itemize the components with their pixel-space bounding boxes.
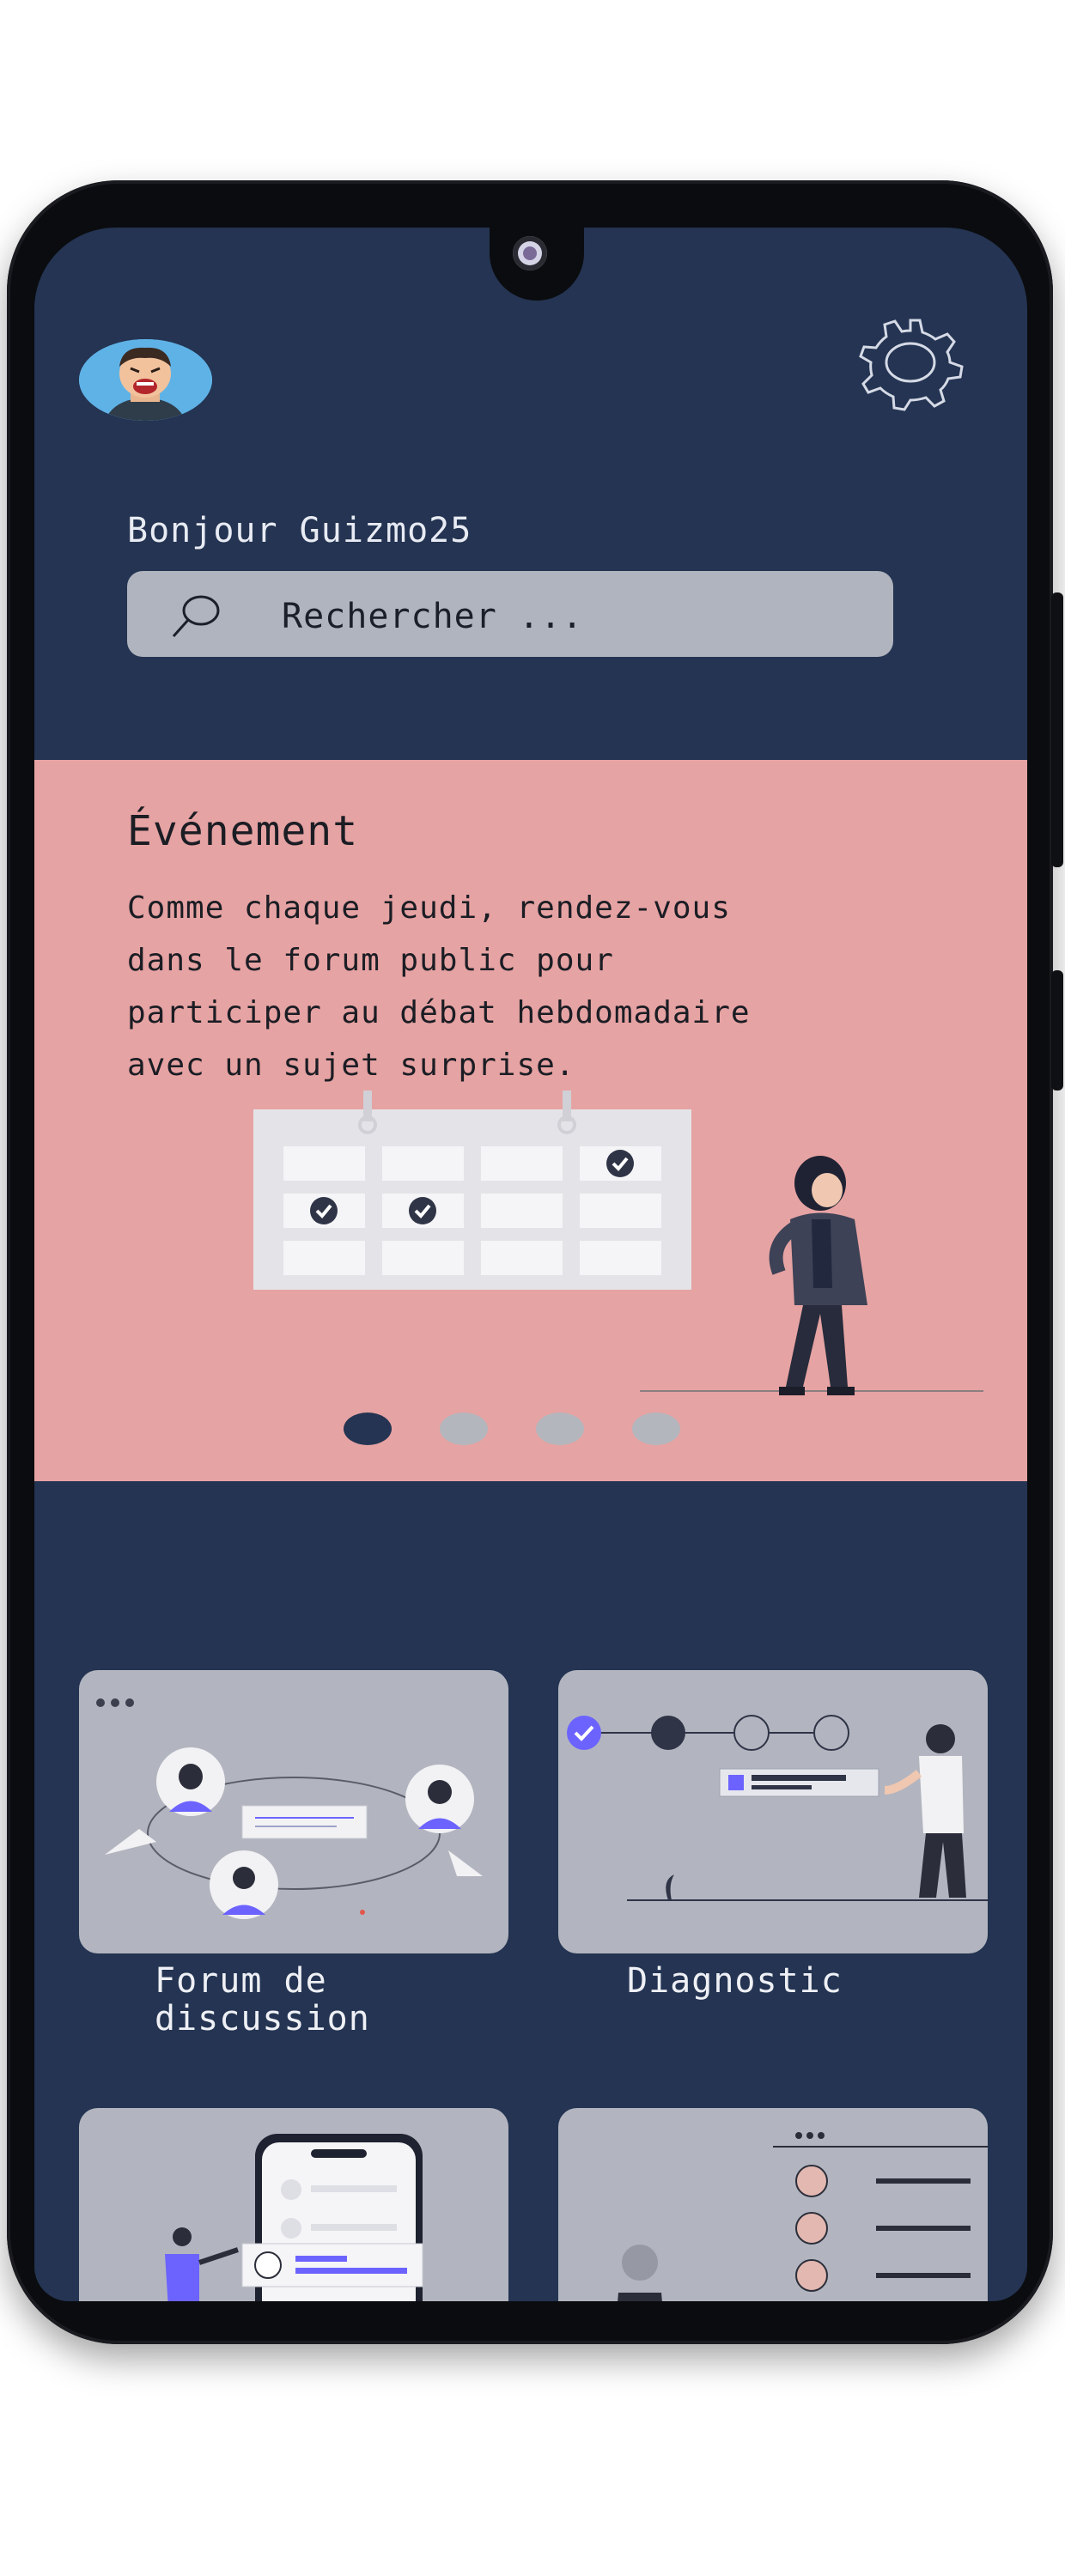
search-input[interactable]: Rechercher ... [282,597,583,636]
event-banner[interactable]: Événement Comme chaque jeudi, rendez-vou… [34,760,1027,1481]
camera-icon [513,236,547,270]
app-card[interactable] [79,2108,508,2301]
carousel-dot-4[interactable] [632,1413,680,1445]
carousel-dot-2[interactable] [440,1413,488,1445]
app-screen: Bonjour Guizmo25 Rechercher ... Événemen… [34,228,1027,2301]
carousel-dot-1[interactable] [344,1413,392,1445]
list-illustration [618,2132,988,2301]
forum-card[interactable] [79,1670,508,1953]
mobile-app-illustration [165,2134,423,2301]
event-description: Comme chaque jeudi, rendez-vous dans le … [127,890,751,1083]
carousel-indicator[interactable] [34,1413,1027,1447]
avatar-illustration [79,339,212,421]
diagnostic-card-label: Diagnostic [627,1961,843,2001]
volume-button [1051,970,1063,1091]
carousel-dot-3[interactable] [536,1413,584,1445]
diagnostic-card[interactable] [558,1670,988,1953]
avatar[interactable] [79,339,212,421]
forum-illustration [96,1698,483,1919]
diagnostic-illustration [567,1715,988,1901]
event-title: Événement [127,807,359,855]
forum-card-label: Forum de discussion [155,1961,370,2038]
list-card[interactable] [558,2108,988,2301]
greeting-text: Bonjour Guizmo25 [127,511,472,550]
power-button [1051,592,1063,867]
search-bar[interactable]: Rechercher ... [127,571,893,657]
gear-icon[interactable] [837,313,983,412]
search-icon [172,595,220,638]
calendar-illustration [253,1091,983,1395]
